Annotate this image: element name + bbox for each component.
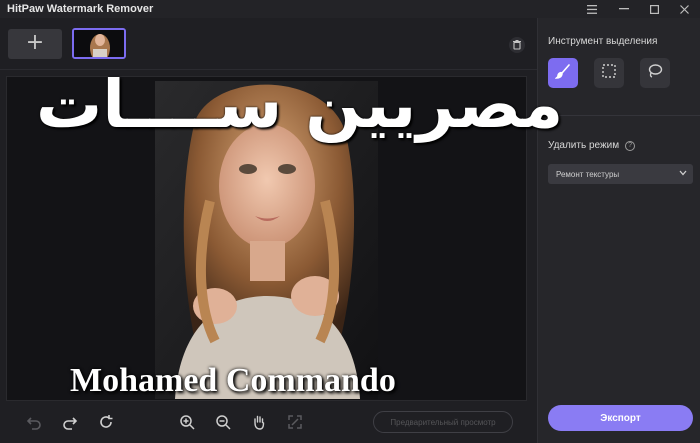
selection-tool-title: Инструмент выделения xyxy=(548,36,658,47)
title-bar: HitPaw Watermark Remover xyxy=(0,0,700,18)
image-thumbnail[interactable] xyxy=(72,28,126,59)
zoom-in-icon[interactable] xyxy=(177,412,197,432)
close-icon[interactable] xyxy=(672,0,696,18)
app-title: HitPaw Watermark Remover xyxy=(7,3,154,15)
zoom-out-icon[interactable] xyxy=(213,412,233,432)
undo-icon[interactable] xyxy=(24,412,44,432)
rectangle-select-icon xyxy=(601,63,617,84)
hand-icon[interactable] xyxy=(249,412,269,432)
chevron-down-icon xyxy=(679,169,687,178)
thumbnail-bar: + xyxy=(0,18,537,70)
rectangle-select-button[interactable] xyxy=(594,58,624,88)
lasso-select-button[interactable] xyxy=(640,58,670,88)
lasso-icon xyxy=(647,63,663,84)
menu-icon[interactable] xyxy=(580,0,604,18)
help-icon[interactable]: ? xyxy=(625,140,636,151)
trash-icon[interactable] xyxy=(509,37,525,53)
preview-button[interactable]: Предварительный просмотр xyxy=(373,411,513,433)
export-button[interactable]: Экспорт xyxy=(548,405,693,431)
redo-icon[interactable] xyxy=(60,412,80,432)
maximize-icon[interactable] xyxy=(642,0,666,18)
reset-icon[interactable] xyxy=(96,412,116,432)
arabic-watermark-text: مصريين ســــات xyxy=(36,66,564,143)
plus-icon: + xyxy=(25,30,45,55)
add-file-button[interactable]: + xyxy=(8,29,62,59)
name-watermark-text: Mohamed Commando xyxy=(70,362,396,399)
remove-mode-value: Ремонт текстуры xyxy=(556,169,620,179)
bottom-toolbar: Предварительный просмотр xyxy=(0,401,537,443)
remove-mode-select[interactable]: Ремонт текстуры xyxy=(548,164,693,184)
fit-screen-icon[interactable] xyxy=(285,412,305,432)
minimize-icon[interactable] xyxy=(612,0,636,18)
